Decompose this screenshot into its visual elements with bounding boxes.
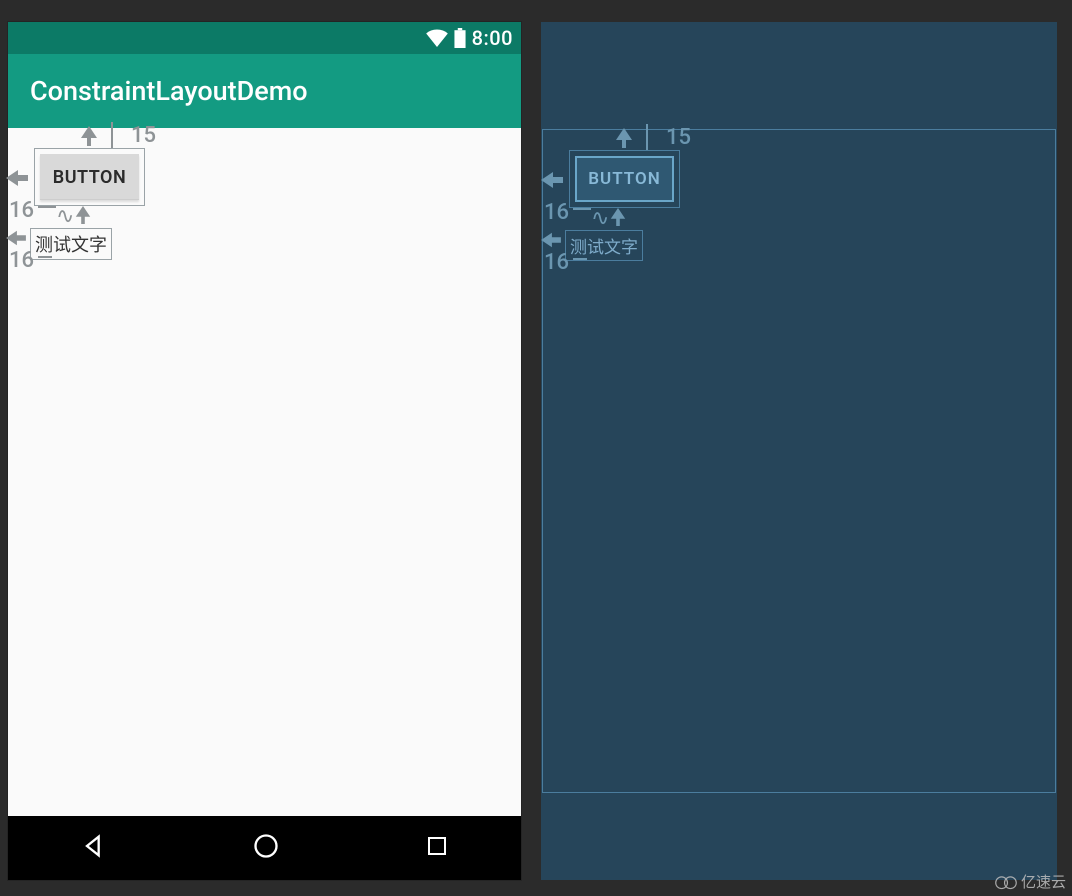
- constraint-textview-left: 16: [9, 248, 34, 273]
- device-preview: 8:00 ConstraintLayoutDemo BUTTON 测试文字 15: [8, 22, 521, 880]
- arrow-up-icon: [609, 208, 627, 230]
- constraint-tick: [38, 206, 56, 208]
- navigation-bar: [8, 816, 521, 880]
- arrow-up-icon: [614, 128, 634, 152]
- constraint-tick: [573, 258, 587, 260]
- app-bar: ConstraintLayoutDemo: [8, 54, 521, 128]
- button-widget-frame[interactable]: BUTTON: [34, 148, 145, 206]
- constraint-tick: [573, 208, 591, 210]
- blueprint-textview-text: 测试文字: [570, 238, 638, 258]
- constraint-link-icon: ∿: [56, 204, 74, 229]
- button-label: BUTTON: [53, 167, 126, 188]
- nav-recent-icon[interactable]: [425, 834, 449, 862]
- constraint-button-top: 15: [111, 122, 156, 148]
- constraint-button-top: 15: [646, 124, 691, 150]
- blueprint-button-frame[interactable]: BUTTON: [569, 150, 680, 208]
- blueprint-canvas[interactable]: BUTTON 测试文字 15 16 ∿: [542, 129, 1056, 793]
- watermark-text: 亿速云: [1021, 871, 1066, 892]
- nav-back-icon[interactable]: [80, 832, 108, 864]
- constraint-tick: [38, 256, 52, 258]
- nav-home-icon[interactable]: [252, 832, 280, 864]
- arrow-up-icon: [79, 126, 99, 150]
- arrow-left-icon: [6, 168, 28, 192]
- watermark: 亿速云: [995, 871, 1066, 892]
- constraint-textview-left: 16: [544, 250, 569, 275]
- button-widget[interactable]: BUTTON: [40, 154, 139, 200]
- status-time: 8:00: [472, 26, 513, 50]
- status-bar: 8:00: [8, 22, 521, 54]
- arrow-left-icon: [541, 170, 563, 194]
- constraint-link-icon: ∿: [591, 206, 609, 231]
- constraint-button-left: 16: [544, 200, 569, 225]
- content-area: BUTTON 测试文字 15 16 ∿: [8, 128, 521, 816]
- blueprint-button-label: BUTTON: [588, 169, 661, 189]
- battery-icon: [454, 28, 466, 48]
- blueprint-textview[interactable]: 测试文字: [565, 230, 643, 261]
- blueprint-button[interactable]: BUTTON: [575, 156, 674, 202]
- blueprint-pane: BUTTON 测试文字 15 16 ∿: [541, 22, 1057, 880]
- app-title: ConstraintLayoutDemo: [30, 75, 308, 107]
- constraint-button-left: 16: [9, 198, 34, 223]
- textview-text: 测试文字: [35, 235, 107, 256]
- wifi-icon: [426, 29, 448, 47]
- arrow-up-icon: [74, 206, 92, 228]
